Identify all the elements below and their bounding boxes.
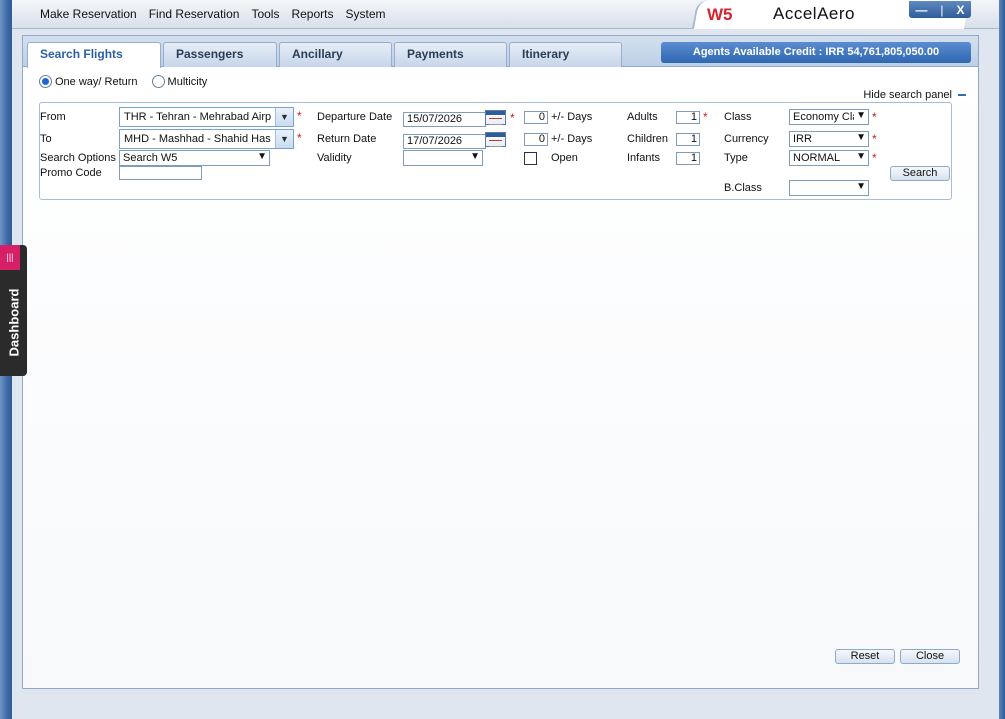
menu-reports[interactable]: Reports [291, 7, 333, 21]
radio-one-way-return-label: One way/ Return [55, 75, 138, 88]
radio-multicity[interactable] [151, 75, 165, 88]
search-options-select[interactable]: Search W5 ▼ [119, 150, 270, 166]
dashboard-icon: ||| [0, 245, 20, 270]
from-combo[interactable]: THR - Tehran - Mehrabad Airport ▼ [119, 107, 294, 127]
return-days-label: +/- Days [551, 133, 593, 145]
to-label: To [40, 133, 52, 145]
type-select[interactable]: NORMAL ▼ [789, 150, 869, 166]
chevron-down-icon[interactable]: ▼ [275, 108, 293, 126]
currency-label: Currency [724, 133, 769, 145]
window-frame-right [999, 0, 1005, 719]
open-checkbox[interactable] [524, 152, 537, 165]
tab-search-flights[interactable]: Search Flights [27, 42, 161, 68]
required-marker: * [872, 151, 877, 165]
brand-code: W5 [707, 5, 733, 24]
reset-button[interactable]: Reset [835, 649, 895, 664]
tab-itinerary[interactable]: Itinerary [509, 42, 622, 67]
brand-logo: AccelAero [773, 4, 855, 23]
calendar-icon[interactable] [485, 132, 506, 147]
departure-days-label: +/- Days [551, 111, 593, 123]
currency-select[interactable]: IRR ▼ [789, 131, 869, 147]
bclass-label: B.Class [724, 182, 762, 194]
tab-passengers[interactable]: Passengers [163, 42, 277, 67]
promo-code-input[interactable] [119, 166, 202, 180]
currency-value: IRR [793, 133, 812, 145]
tab-payments[interactable]: Payments [394, 42, 507, 67]
departure-days-input[interactable]: 0 [524, 111, 548, 124]
class-label: Class [724, 111, 752, 123]
adults-label: Adults [627, 111, 658, 123]
calendar-icon[interactable] [485, 110, 506, 125]
dashboard-side-tab[interactable]: ||| Dashboard [0, 245, 27, 376]
minimize-button[interactable]: — [915, 3, 927, 17]
close-window-button[interactable]: X [957, 3, 965, 17]
main-menu: Make Reservation Find Reservation Tools … [40, 7, 386, 21]
departure-date-input[interactable]: 15/07/2026 [403, 112, 486, 127]
chevron-down-icon[interactable]: ▼ [275, 130, 293, 148]
required-marker: * [297, 131, 302, 145]
return-days-input[interactable]: 0 [524, 133, 548, 146]
chevron-down-icon: ▼ [257, 151, 267, 162]
chevron-down-icon: ▼ [856, 151, 866, 162]
agent-credit-badge: Agents Available Credit : IRR 54,761,805… [661, 42, 971, 63]
separator: | [940, 2, 944, 17]
class-select[interactable]: Economy Class ▼ [789, 109, 869, 125]
type-label: Type [724, 152, 748, 164]
chevron-down-icon: ▼ [856, 181, 866, 192]
to-value: MHD - Mashhad - Shahid Hashemi [124, 133, 271, 145]
return-date-label: Return Date [317, 133, 377, 145]
to-combo[interactable]: MHD - Mashhad - Shahid Hashemi ▼ [119, 129, 294, 149]
type-value: NORMAL [793, 152, 841, 164]
collapse-icon[interactable] [958, 94, 966, 96]
validity-label: Validity [317, 152, 352, 164]
radio-multicity-label: Multicity [167, 75, 208, 88]
search-options-value: Search W5 [123, 152, 178, 164]
children-input[interactable]: 1 [676, 133, 700, 146]
search-options-label: Search Options [40, 152, 116, 164]
required-marker: * [872, 110, 877, 124]
required-marker: * [510, 111, 515, 125]
required-marker: * [297, 109, 302, 123]
search-panel: From THR - Tehran - Mehrabad Airport ▼ *… [39, 102, 952, 200]
chevron-down-icon: ▼ [856, 110, 866, 121]
menu-make-reservation[interactable]: Make Reservation [40, 7, 137, 21]
from-value: THR - Tehran - Mehrabad Airport [124, 111, 271, 123]
trip-type-selector: One way/ Return Multicity [39, 75, 207, 88]
infants-label: Infants [627, 152, 661, 164]
close-button[interactable]: Close [900, 649, 960, 664]
menu-find-reservation[interactable]: Find Reservation [149, 7, 240, 21]
validity-select[interactable]: ▼ [403, 150, 483, 166]
bclass-select[interactable]: ▼ [789, 180, 869, 196]
chevron-down-icon: ▼ [856, 132, 866, 143]
hide-search-panel-link[interactable]: Hide search panel [863, 89, 952, 101]
required-marker: * [703, 110, 708, 124]
dashboard-label: Dashboard [6, 288, 22, 357]
promo-code-label: Promo Code [40, 167, 102, 179]
radio-one-way-return[interactable] [39, 75, 52, 88]
tab-strip: Search Flights Passengers Ancillary Paym… [23, 36, 978, 68]
adults-input[interactable]: 1 [676, 111, 700, 124]
main-panel: Search Flights Passengers Ancillary Paym… [22, 35, 979, 689]
from-label: From [40, 111, 66, 123]
open-label: Open [551, 152, 578, 164]
menu-tools[interactable]: Tools [251, 7, 279, 21]
tab-ancillary[interactable]: Ancillary [279, 42, 392, 67]
required-marker: * [872, 132, 877, 146]
search-button[interactable]: Search [890, 166, 950, 181]
search-flights-content: One way/ Return Multicity Hide search pa… [23, 68, 978, 688]
menu-system[interactable]: System [345, 7, 385, 21]
infants-input[interactable]: 1 [676, 152, 700, 165]
class-value: Economy Class [793, 111, 854, 123]
chevron-down-icon: ▼ [470, 151, 480, 162]
departure-date-label: Departure Date [317, 111, 393, 123]
window-controls: — | X [909, 1, 971, 18]
return-date-input[interactable]: 17/07/2026 [403, 134, 486, 149]
children-label: Children [627, 133, 668, 145]
